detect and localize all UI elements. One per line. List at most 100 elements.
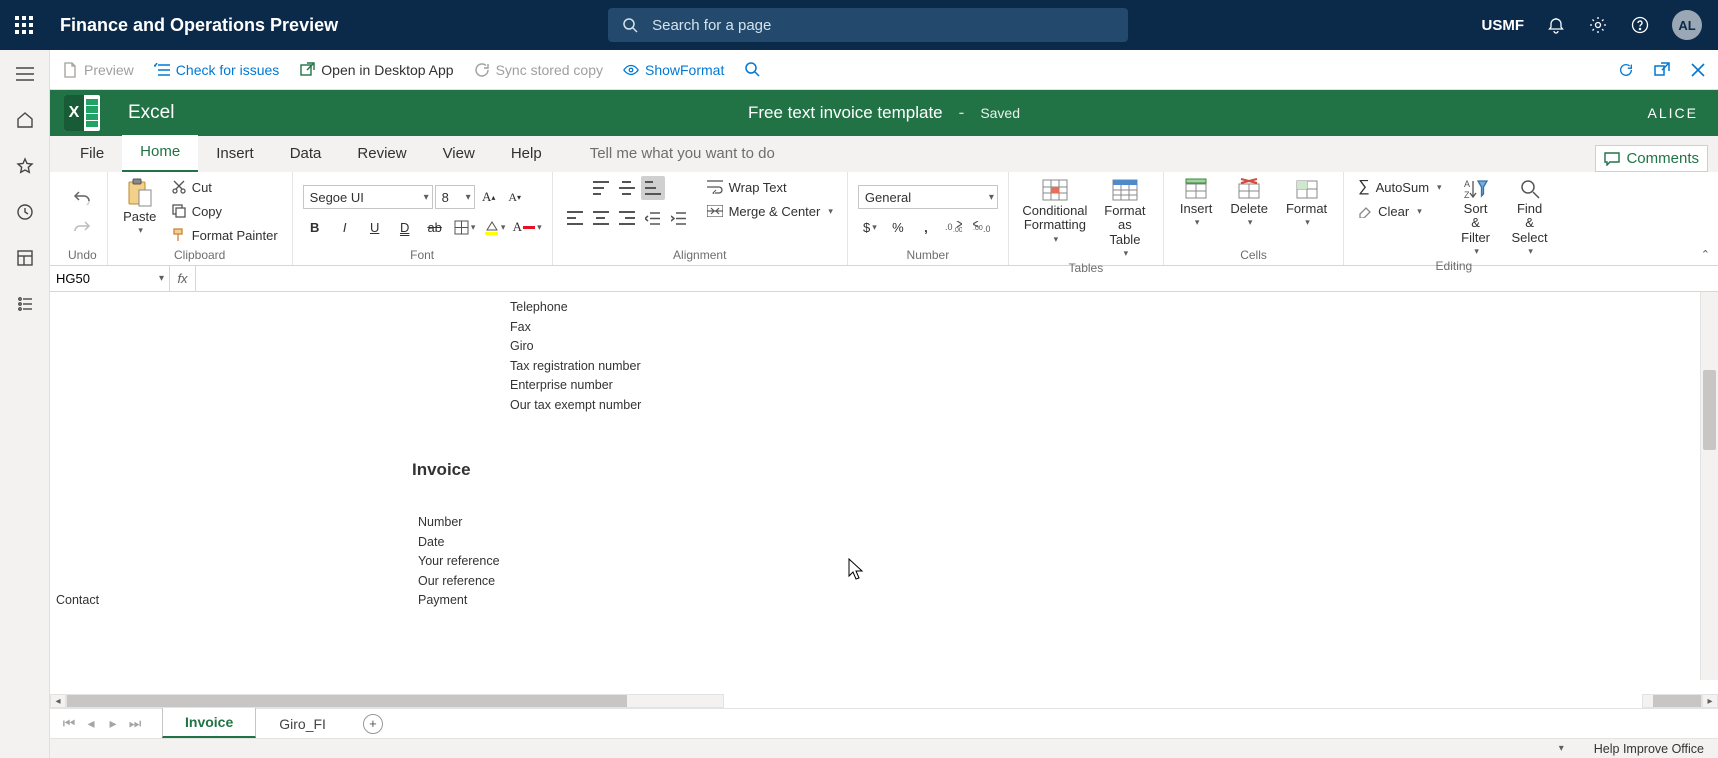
percent-button[interactable]: % (886, 215, 910, 239)
document-title[interactable]: Free text invoice template (748, 103, 943, 123)
name-box[interactable]: HG50 (50, 266, 170, 291)
comma-button[interactable]: , (914, 215, 938, 239)
decrease-indent-button[interactable] (641, 206, 665, 230)
sheet-nav-first-icon[interactable]: ⏮ (58, 713, 80, 735)
cell-enterprise-number[interactable]: Enterprise number (510, 378, 613, 392)
align-top-button[interactable] (589, 176, 613, 200)
font-color-button[interactable]: A▾ (513, 215, 542, 239)
align-center-button[interactable] (589, 206, 613, 230)
italic-button[interactable]: I (333, 215, 357, 239)
help-icon[interactable] (1630, 15, 1650, 35)
strikethrough-button[interactable]: ab (423, 215, 447, 239)
clear-button[interactable]: Clear▾ (1354, 200, 1426, 222)
undo-button[interactable] (70, 185, 94, 209)
horizontal-scrollbar[interactable]: ◂ ▸ (50, 694, 1718, 708)
tab-review[interactable]: Review (339, 137, 424, 172)
increase-decimal-button[interactable]: .0.00 (942, 215, 966, 239)
scroll-left-icon[interactable]: ◂ (50, 694, 66, 708)
underline-button[interactable]: U (363, 215, 387, 239)
font-family-select[interactable]: Segoe UI (303, 185, 433, 209)
cell-payment[interactable]: Payment (418, 593, 467, 607)
cell-telephone[interactable]: Telephone (510, 300, 568, 314)
copy-button[interactable]: Copy (168, 200, 226, 222)
home-icon[interactable] (15, 110, 35, 130)
merge-center-button[interactable]: Merge & Center▾ (703, 200, 837, 222)
cell-contact[interactable]: Contact (56, 593, 99, 607)
decrease-decimal-button[interactable]: .00.0 (970, 215, 994, 239)
star-icon[interactable] (15, 156, 35, 176)
tell-me-search[interactable]: Tell me what you want to do (590, 145, 775, 172)
redo-button[interactable] (70, 215, 94, 239)
fx-icon[interactable]: fx (170, 266, 196, 291)
sort-filter-button[interactable]: AZ Sort & Filter▾ (1452, 176, 1500, 259)
cut-button[interactable]: Cut (168, 176, 216, 198)
increase-indent-button[interactable] (667, 206, 691, 230)
cell-giro[interactable]: Giro (510, 339, 534, 353)
cell-your-reference[interactable]: Your reference (418, 554, 500, 568)
add-sheet-button[interactable]: + (363, 714, 383, 734)
align-right-button[interactable] (615, 206, 639, 230)
gear-icon[interactable] (1588, 15, 1608, 35)
popout-action[interactable] (1654, 62, 1670, 78)
sheet-nav-prev-icon[interactable]: ◂ (80, 713, 102, 735)
tab-home[interactable]: Home (122, 135, 198, 172)
user-avatar[interactable]: AL (1672, 10, 1702, 40)
spreadsheet-grid[interactable]: Telephone Fax Giro Tax registration numb… (50, 292, 1718, 694)
check-issues-button[interactable]: Check for issues (154, 62, 279, 78)
vertical-scrollbar[interactable] (1700, 292, 1718, 680)
bell-icon[interactable] (1546, 15, 1566, 35)
show-format-button[interactable]: ShowFormat (623, 62, 724, 78)
sheet-nav-next-icon[interactable]: ▸ (102, 713, 124, 735)
bold-button[interactable]: B (303, 215, 327, 239)
align-middle-button[interactable] (615, 176, 639, 200)
cell-fax[interactable]: Fax (510, 320, 531, 334)
comments-button[interactable]: Comments (1595, 145, 1708, 172)
help-improve-link[interactable]: Help Improve Office (1594, 742, 1704, 756)
cell-number[interactable]: Number (418, 515, 462, 529)
insert-cells-button[interactable]: Insert▾ (1174, 176, 1219, 230)
excel-user-name[interactable]: ALICE (1648, 105, 1698, 121)
paste-button[interactable]: Paste ▾ (118, 176, 162, 238)
app-launcher-icon[interactable] (0, 0, 48, 50)
nav-expand-icon[interactable] (15, 64, 35, 84)
global-search[interactable] (608, 8, 1128, 42)
format-as-table-button[interactable]: Format as Table▾ (1097, 176, 1153, 261)
search-action[interactable] (744, 62, 760, 78)
scroll-right-icon[interactable]: ▸ (1702, 694, 1718, 708)
wrap-text-button[interactable]: Wrap Text (703, 176, 791, 198)
format-cells-button[interactable]: Format▾ (1280, 176, 1333, 230)
cell-date[interactable]: Date (418, 535, 444, 549)
align-left-button[interactable] (563, 206, 587, 230)
number-format-select[interactable]: General (858, 185, 998, 209)
modules-icon[interactable] (15, 294, 35, 314)
close-action[interactable] (1690, 62, 1706, 78)
find-select-button[interactable]: Find & Select▾ (1506, 176, 1554, 259)
sheet-tab-giro[interactable]: Giro_FI (256, 709, 349, 738)
borders-button[interactable]: ▾ (453, 215, 477, 239)
global-search-input[interactable] (652, 17, 1116, 34)
cell-tax-registration[interactable]: Tax registration number (510, 359, 641, 373)
currency-button[interactable]: $▾ (858, 215, 882, 239)
open-desktop-button[interactable]: Open in Desktop App (299, 62, 453, 78)
tab-view[interactable]: View (425, 137, 493, 172)
font-size-select[interactable]: 8 (435, 185, 475, 209)
recent-icon[interactable] (15, 202, 35, 222)
delete-cells-button[interactable]: Delete▾ (1224, 176, 1274, 230)
tab-help[interactable]: Help (493, 137, 560, 172)
tab-file[interactable]: File (62, 137, 122, 172)
increase-font-button[interactable]: A▴ (477, 185, 501, 209)
collapse-ribbon-icon[interactable]: ⌃ (1701, 248, 1710, 261)
cell-our-reference[interactable]: Our reference (418, 574, 495, 588)
cell-invoice-heading[interactable]: Invoice (412, 460, 471, 480)
autosum-button[interactable]: ∑AutoSum▾ (1354, 176, 1445, 198)
sheet-nav-last-icon[interactable]: ⏭ (124, 713, 146, 735)
cell-tax-exempt[interactable]: Our tax exempt number (510, 398, 641, 412)
tab-insert[interactable]: Insert (198, 137, 272, 172)
sheet-tab-invoice[interactable]: Invoice (162, 707, 256, 738)
double-underline-button[interactable]: D (393, 215, 417, 239)
reload-action[interactable] (1618, 62, 1634, 78)
conditional-formatting-button[interactable]: Conditional Formatting▾ (1019, 176, 1091, 246)
status-dropdown-icon[interactable]: ▾ (1559, 743, 1564, 754)
workspace-icon[interactable] (15, 248, 35, 268)
tab-data[interactable]: Data (272, 137, 340, 172)
